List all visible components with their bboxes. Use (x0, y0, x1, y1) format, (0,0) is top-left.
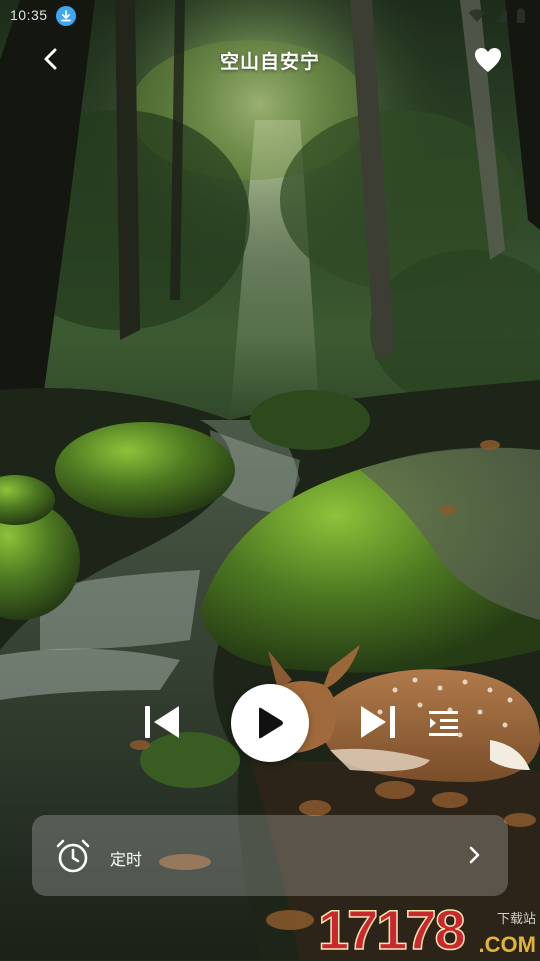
heart-icon (475, 48, 501, 72)
skip-previous-icon (145, 706, 179, 738)
playback-controls (0, 682, 540, 762)
wifi-icon (468, 9, 486, 28)
watermark-site-label: 下载站 (496, 911, 536, 926)
watermark-domain: .COM (478, 932, 536, 957)
play-button[interactable] (231, 684, 309, 762)
playlist-button[interactable] (424, 706, 464, 740)
skip-next-icon (361, 706, 395, 738)
favorite-button[interactable] (472, 44, 504, 76)
timer-label: 定时 (110, 852, 143, 869)
sleep-timer-bar[interactable]: 定时 (32, 815, 508, 896)
status-icons (468, 8, 526, 29)
battery-icon (516, 8, 526, 29)
status-bar: 10:35 (0, 0, 540, 30)
status-time: 10:35 (10, 7, 48, 23)
playlist-icon (429, 711, 458, 736)
play-icon (259, 707, 283, 739)
watermark-number: 17178 (317, 898, 466, 961)
download-arrow-icon (56, 6, 76, 26)
previous-track-button[interactable] (142, 704, 182, 740)
alarm-clock-icon (56, 839, 90, 873)
signal-icon (494, 9, 508, 28)
next-track-button[interactable] (358, 704, 398, 740)
page-title: 空山自安宁 (219, 52, 320, 73)
top-header: 空山自安宁 (0, 38, 540, 82)
chevron-right-icon (469, 846, 480, 864)
site-watermark-logo: 17178 下载站 .COM (317, 898, 540, 961)
